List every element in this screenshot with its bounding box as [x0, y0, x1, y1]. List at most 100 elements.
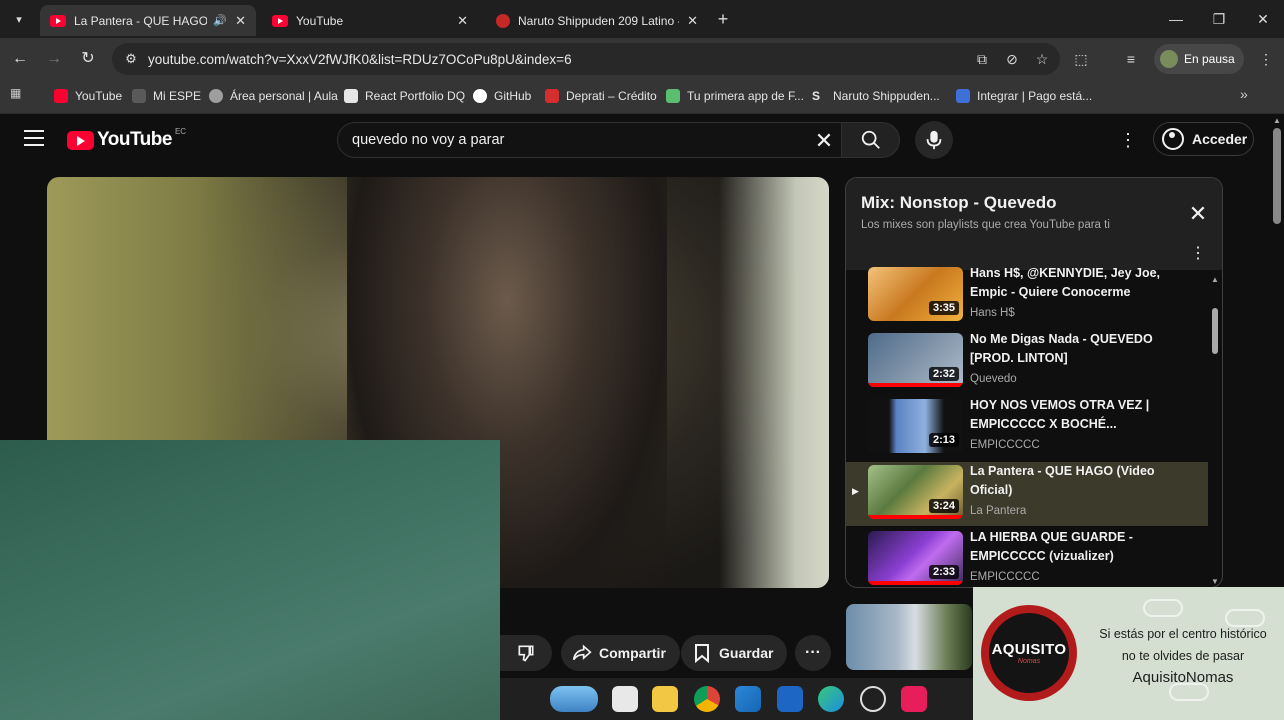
playlist-item[interactable]: 3:35 Hans H$, @KENNYDIE, Jey Joe, Empic …: [846, 264, 1208, 328]
address-bar[interactable]: ⚙ youtube.com/watch?v=XxxV2fWJfK0&list=R…: [112, 43, 1060, 75]
tracking-protection-icon[interactable]: ⊘: [1000, 47, 1024, 71]
video-thumbnail[interactable]: 3:24: [868, 465, 963, 519]
game-icon[interactable]: [860, 686, 886, 712]
scroll-up-arrow-icon[interactable]: ▲: [1211, 275, 1219, 284]
channel-name[interactable]: Hans H$: [970, 307, 1015, 319]
settings-more-icon[interactable]: ⋮: [1116, 128, 1140, 152]
close-tab-icon[interactable]: ✕: [457, 13, 468, 29]
browser-menu-icon[interactable]: ⋮: [1254, 47, 1278, 71]
tiktok-icon[interactable]: [901, 686, 927, 712]
playlist-item-now-playing[interactable]: ▶ 3:24 La Pantera - QUE HAGO (Video Ofic…: [846, 462, 1208, 526]
chevron-double-right-icon[interactable]: »: [1240, 86, 1248, 102]
scrollbar-thumb[interactable]: [1273, 128, 1281, 224]
playlist-item[interactable]: 2:32 No Me Digas Nada - QUEVEDO [PROD. L…: [846, 330, 1208, 394]
video-thumbnail[interactable]: 2:33: [868, 531, 963, 585]
scroll-down-arrow-icon[interactable]: ▼: [1211, 577, 1219, 586]
back-icon[interactable]: ←: [8, 47, 32, 71]
forward-icon[interactable]: →: [42, 47, 66, 71]
more-actions-button[interactable]: ···: [795, 635, 831, 671]
search-button[interactable]: [842, 122, 900, 158]
video-title[interactable]: HOY NOS VEMOS OTRA VEZ | EMPICCCCC X BOC…: [970, 396, 1170, 434]
recommended-video-thumbnail[interactable]: [846, 604, 972, 670]
url-text[interactable]: youtube.com/watch?v=XxxV2fWJfK0&list=RDU…: [148, 52, 970, 67]
browser-tab-strip: ▾ La Pantera - QUE HAGO (Vi 🔊 ✕ YouTube …: [0, 0, 1284, 38]
video-title[interactable]: LA HIERBA QUE GUARDE - EMPICCCCC (vizual…: [970, 528, 1170, 566]
reload-icon[interactable]: ↻: [76, 47, 100, 71]
playlist-subtitle: Los mixes son playlists que crea YouTube…: [861, 219, 1110, 231]
bookmark-mi-espe[interactable]: Mi ESPE: [132, 84, 201, 108]
new-tab-button[interactable]: +: [712, 8, 734, 30]
save-label: Guardar: [719, 645, 774, 661]
tab-title: La Pantera - QUE HAGO (Vi: [74, 13, 208, 28]
apps-grid-icon[interactable]: ▦: [10, 86, 28, 104]
tab-search-button[interactable]: ▾: [6, 6, 32, 32]
bookmark-label: Mi ESPE: [153, 89, 202, 103]
minimize-icon[interactable]: —: [1165, 8, 1187, 30]
channel-name[interactable]: EMPICCCCC: [970, 571, 1040, 583]
channel-name[interactable]: EMPICCCCC: [970, 439, 1040, 451]
save-button[interactable]: Guardar: [681, 635, 788, 671]
playlist-scrollbar[interactable]: [1212, 308, 1218, 354]
store-icon[interactable]: [735, 686, 761, 712]
video-frame-right: [719, 177, 829, 588]
extensions-icon[interactable]: ⬚: [1069, 47, 1093, 71]
video-title[interactable]: La Pantera - QUE HAGO (Video Oficial): [970, 462, 1170, 500]
playlist-item[interactable]: 2:13 HOY NOS VEMOS OTRA VEZ | EMPICCCCC …: [846, 396, 1208, 460]
hamburger-menu-icon[interactable]: [24, 130, 44, 148]
bookmark-star-icon[interactable]: ☆: [1030, 47, 1054, 71]
bookmark-integrar[interactable]: Integrar | Pago está...: [956, 84, 1092, 108]
channel-name[interactable]: La Pantera: [970, 505, 1026, 517]
video-thumbnail[interactable]: 3:35: [868, 267, 963, 321]
clear-search-icon[interactable]: ✕: [812, 129, 836, 153]
folder-icon: [132, 89, 146, 103]
bookmark-react-portfolio[interactable]: React Portfolio DQ: [344, 84, 465, 108]
bookmark-github[interactable]: GitHub: [473, 84, 531, 108]
tab-naruto[interactable]: Naruto Shippuden 209 Latino - ✕: [486, 5, 708, 36]
install-app-icon[interactable]: ⧉: [970, 47, 994, 71]
bookmark-deprati[interactable]: Deprati – Crédito: [545, 84, 657, 108]
video-title[interactable]: No Me Digas Nada - QUEVEDO [PROD. LINTON…: [970, 330, 1170, 368]
speaker-icon[interactable]: 🔊: [213, 14, 227, 27]
channel-name[interactable]: Quevedo: [970, 373, 1017, 385]
site-info-icon[interactable]: ⚙: [120, 48, 142, 70]
video-thumbnail[interactable]: 2:32: [868, 333, 963, 387]
bookmark-naruto[interactable]: S Naruto Shippuden...: [812, 84, 940, 108]
playlist-more-icon[interactable]: ⋮: [1186, 242, 1210, 266]
voice-search-button[interactable]: [915, 121, 953, 159]
file-viewer-icon[interactable]: [612, 686, 638, 712]
chrome-icon[interactable]: [694, 686, 720, 712]
youtube-logo[interactable]: YouTube EC: [67, 127, 186, 151]
weather-widget-icon[interactable]: [550, 686, 598, 712]
close-tab-icon[interactable]: ✕: [687, 13, 698, 29]
dislike-button[interactable]: [500, 635, 552, 671]
share-button[interactable]: Compartir: [561, 635, 680, 671]
deprati-icon: [545, 89, 559, 103]
close-playlist-icon[interactable]: ✕: [1186, 202, 1210, 226]
search-query[interactable]: quevedo no voy a parar: [352, 132, 504, 148]
video-thumbnail[interactable]: 2:13: [868, 399, 963, 453]
tab-youtube[interactable]: YouTube ✕: [262, 5, 478, 36]
playlist-title[interactable]: Mix: Nonstop - Quevedo: [861, 193, 1057, 213]
video-title[interactable]: Hans H$, @KENNYDIE, Jey Joe, Empic - Qui…: [970, 264, 1170, 302]
profile-button[interactable]: En pausa: [1154, 44, 1244, 74]
close-window-icon[interactable]: ✕: [1252, 8, 1274, 30]
playlist-item[interactable]: 2:33 LA HIERBA QUE GUARDE - EMPICCCCC (v…: [846, 528, 1208, 587]
file-explorer-icon[interactable]: [652, 686, 678, 712]
tab-la-pantera[interactable]: La Pantera - QUE HAGO (Vi 🔊 ✕: [40, 5, 256, 36]
bookmark-tu-primera-app[interactable]: Tu primera app de F...: [666, 84, 804, 108]
bookmark-label: Deprati – Crédito: [566, 89, 657, 103]
search-input[interactable]: quevedo no voy a parar: [337, 122, 842, 158]
aquisito-logo: AQUISITO Nomas: [981, 605, 1077, 701]
outlook-icon[interactable]: [777, 686, 803, 712]
signin-button[interactable]: Acceder: [1153, 122, 1254, 156]
bookmark-area-personal[interactable]: Área personal | Aula: [209, 84, 338, 108]
media-control-icon[interactable]: ≡: [1119, 47, 1143, 71]
close-tab-icon[interactable]: ✕: [235, 13, 246, 29]
restore-icon[interactable]: ❐: [1208, 8, 1230, 30]
logo-text: YouTube: [97, 129, 172, 150]
scroll-up-arrow-icon[interactable]: ▲: [1273, 116, 1281, 125]
bookmark-youtube[interactable]: YouTube: [54, 84, 122, 108]
profile-status: En pausa: [1184, 52, 1235, 66]
youtube-icon: [272, 14, 288, 27]
edge-icon[interactable]: [818, 686, 844, 712]
